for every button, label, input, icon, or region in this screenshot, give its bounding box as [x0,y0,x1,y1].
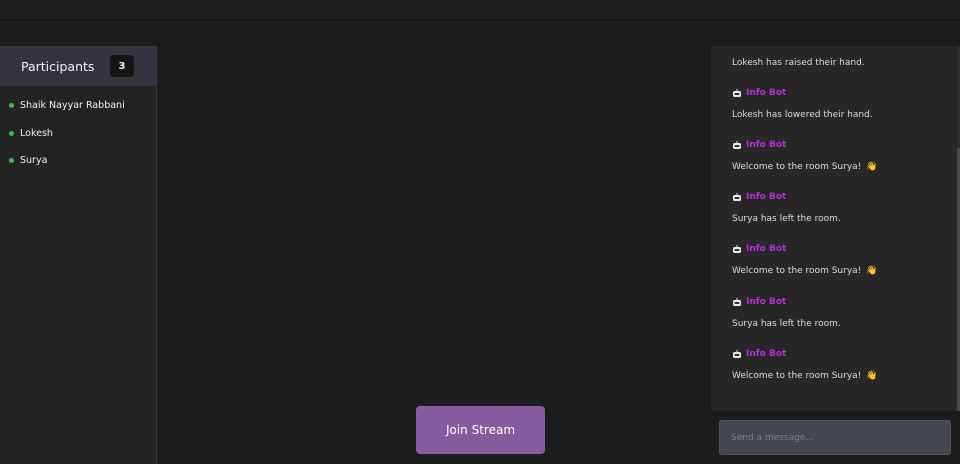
robot-icon [733,88,741,97]
participant-item[interactable]: Surya [0,147,156,175]
participant-name: Surya [20,155,48,167]
participant-item[interactable]: Shaik Nayyar Rabbani [0,92,156,120]
chat-message-body: Welcome to the room Surya! [732,162,862,172]
chat-message-text: Welcome to the room Surya! 👋 [732,266,877,276]
participants-count-badge: 3 [110,55,134,77]
chat-message-author: Info Bot [732,244,786,254]
robot-icon [733,192,741,201]
waving-hand-icon: 👋 [866,162,878,172]
robot-icon [733,297,741,306]
chat-message-text: Lokesh has lowered their hand. [732,110,873,120]
participant-item[interactable]: Lokesh [0,120,156,148]
join-stream-button[interactable]: Join Stream [416,406,545,454]
online-status-icon [9,158,14,164]
chat-message-body: Welcome to the room Surya! [732,266,862,276]
chat-author-name: Info Bot [746,140,787,150]
chat-message-text: Surya has left the room. [732,319,841,329]
waving-hand-icon: 👋 [866,371,878,381]
participant-name: Lokesh [20,127,53,139]
chat-message-text: Welcome to the room Surya! 👋 [732,371,877,381]
participant-list: Shaik Nayyar Rabbani Lokesh Surya [0,86,156,175]
waving-hand-icon: 👋 [866,266,878,276]
robot-icon [733,244,741,253]
chat-message-text: Surya has left the room. [732,214,841,224]
chat-message-author: Info Bot [732,349,786,359]
chat-message-author: Info Bot [732,140,786,150]
top-bar-spacer [0,20,960,46]
participant-name: Shaik Nayyar Rabbani [20,100,125,112]
top-bar [0,0,960,20]
online-status-icon [9,130,14,136]
chat-panel[interactable]: Lokesh has raised their hand. Info Bot L… [711,46,960,411]
message-input[interactable] [719,420,951,455]
participants-title: Participants [21,58,95,74]
robot-icon [733,349,741,358]
chat-message-author: Info Bot [732,297,786,307]
chat-message-body: Welcome to the room Surya! [732,371,862,381]
robot-icon [733,140,741,149]
chat-author-name: Info Bot [746,192,787,202]
participants-header: Participants 3 [0,46,156,86]
chat-message-text: Welcome to the room Surya! 👋 [732,162,877,172]
chat-author-name: Info Bot [746,244,787,254]
chat-input-area [711,411,960,464]
chat-message-author: Info Bot [732,88,786,98]
chat-author-name: Info Bot [746,349,787,359]
chat-author-name: Info Bot [746,297,787,307]
chat-message-author: Info Bot [732,192,786,202]
participants-panel: Participants 3 Shaik Nayyar Rabbani Loke… [0,46,157,464]
chat-message-text: Lokesh has raised their hand. [732,58,865,68]
video-stage [158,46,711,464]
online-status-icon [9,103,14,109]
chat-author-name: Info Bot [746,88,787,98]
